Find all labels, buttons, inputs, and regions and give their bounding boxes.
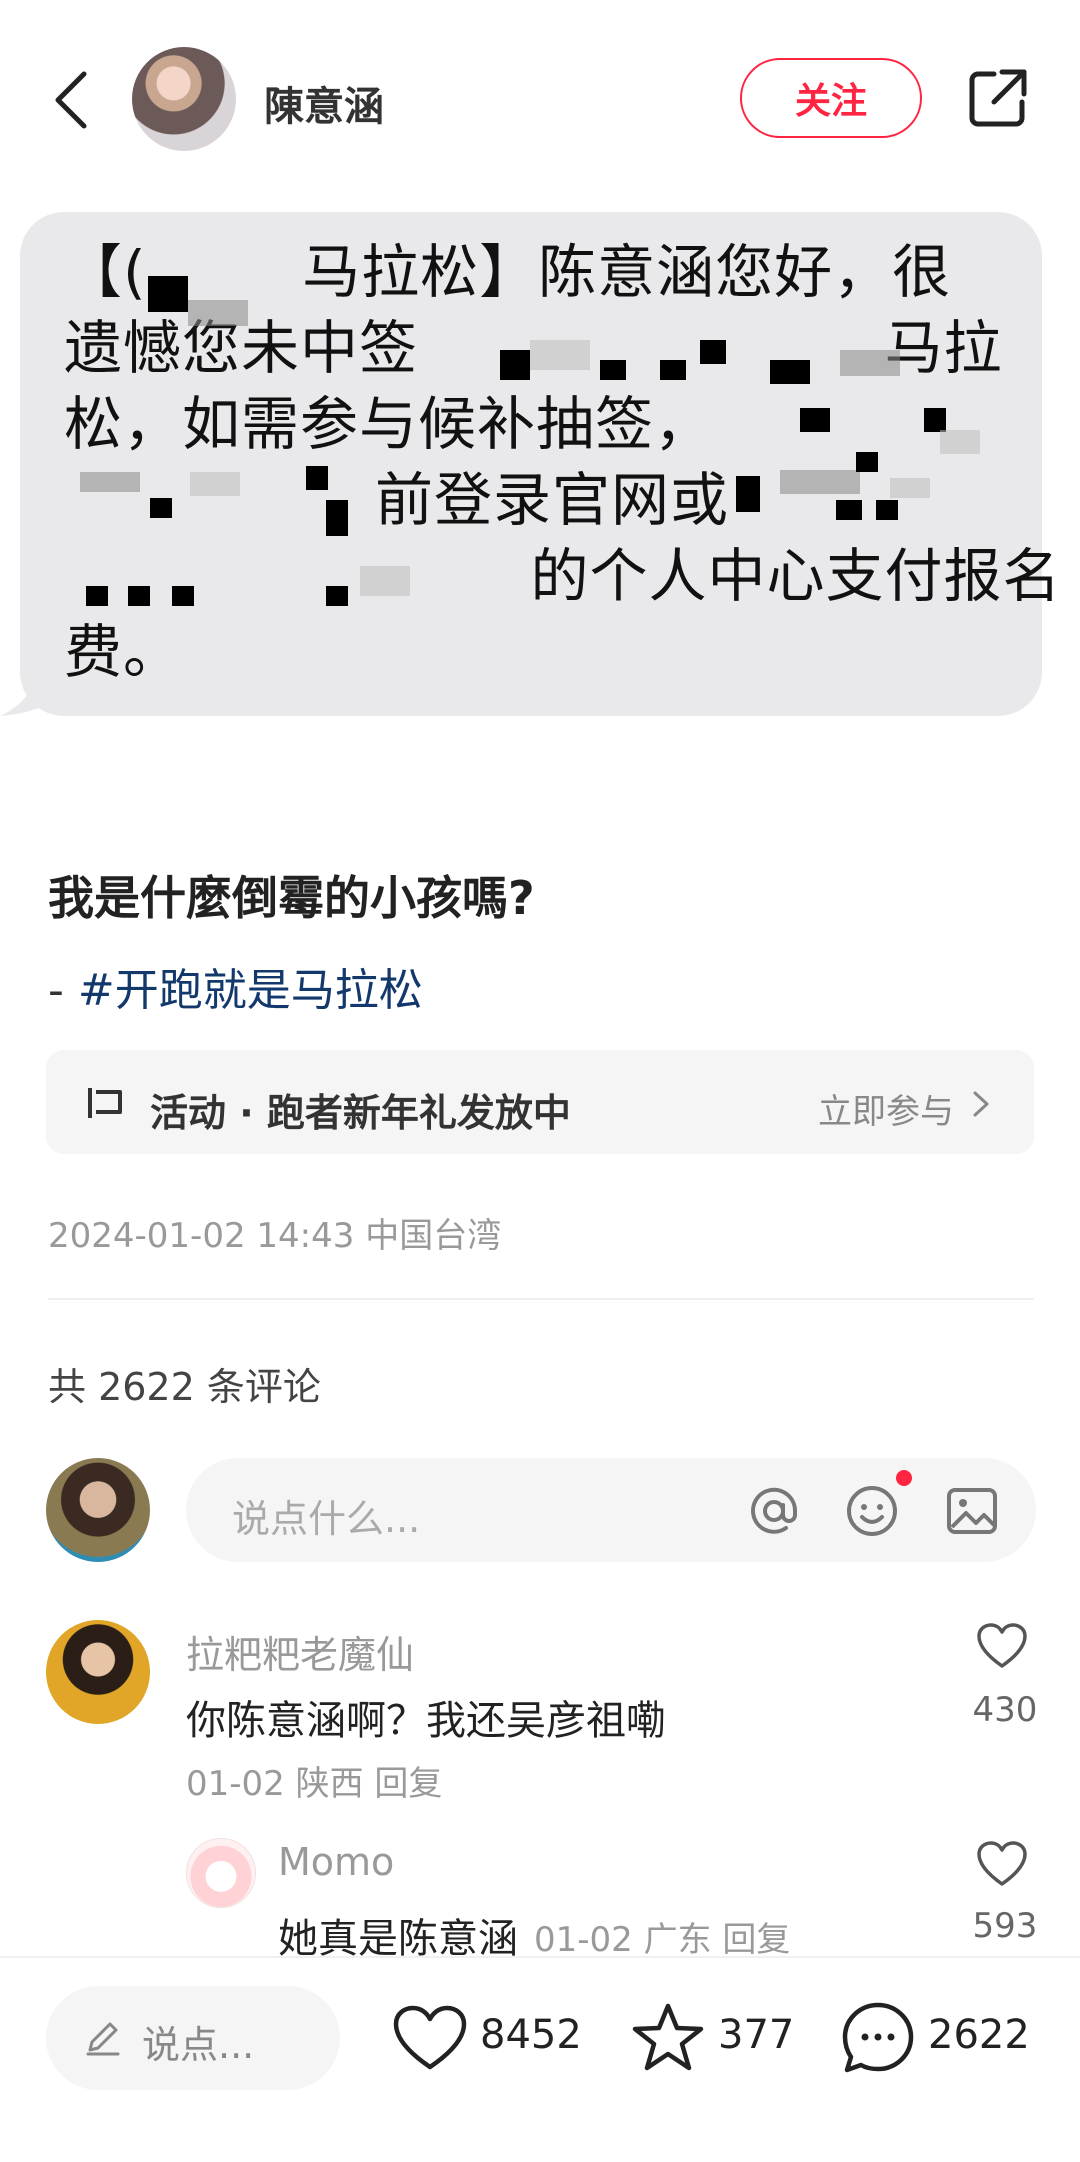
message-line: 松，如需参与候补抽签， [64,390,714,458]
redaction-mosaic [940,430,980,454]
message-line: 【( 马拉松】陈意涵您好，很 [64,238,952,306]
author-name[interactable]: 陳意涵 [264,74,384,132]
notification-dot [896,1470,912,1486]
redaction-mosaic [800,408,830,432]
author-avatar[interactable] [132,47,236,151]
commenter-name[interactable]: 拉粑粑老魔仙 [186,1624,414,1679]
redaction-mosaic [736,476,760,512]
redaction-mosaic [890,478,930,498]
redaction-mosaic [306,466,328,490]
redaction-mosaic [840,350,900,376]
chevron-right-icon [973,1091,989,1117]
redaction-mosaic [148,276,188,312]
hashtag-link[interactable]: #开跑就是马拉松 [78,965,423,1016]
comment-like-count: 593 [972,1906,1038,1946]
follow-button[interactable]: 关注 [740,58,922,138]
emoji-icon[interactable] [844,1483,900,1539]
redaction-mosaic [86,586,108,606]
comment-like-count: 430 [972,1690,1038,1730]
collect-count: 377 [718,2012,795,2058]
redaction-mosaic [530,340,590,370]
like-heart-icon[interactable] [392,2004,468,2072]
redaction-mosaic [876,500,898,520]
redaction-mosaic [836,500,862,520]
commenter-name[interactable]: Momo [278,1840,394,1884]
redaction-mosaic [856,452,878,472]
star-icon[interactable] [630,2002,706,2074]
heart-icon[interactable] [976,1840,1028,1888]
post-date-location: 2024-01-02 14:43 中国台湾 [48,1216,502,1256]
redaction-mosaic [326,500,348,536]
comment-text: 你陈意涵啊？我还吴彦祖嘞 [186,1698,666,1744]
comment-meta[interactable]: 01-02 陕西 回复 [186,1756,442,1805]
redaction-mosaic [770,360,810,384]
image-icon[interactable] [944,1483,1000,1539]
redaction-mosaic [700,340,726,364]
bottom-input-placeholder: 说点... [142,2023,255,2067]
divider [48,1298,1034,1300]
redaction-mosaic [924,408,946,432]
back-arrow-icon[interactable] [52,70,92,130]
bubble-tail [0,650,60,716]
post-title: 我是什麼倒霉的小孩嗎? [48,871,535,925]
share-icon[interactable] [966,66,1030,130]
redaction-mosaic [600,360,626,380]
redaction-mosaic [128,586,150,606]
comment-count-bottom: 2622 [928,2012,1030,2058]
activity-flag-icon [88,1088,122,1118]
commenter-avatar[interactable] [186,1838,256,1908]
heart-icon[interactable] [976,1622,1028,1670]
at-mention-icon[interactable] [746,1483,802,1539]
comment-meta[interactable]: 01-02 广东 回复 [534,1912,790,1961]
pencil-icon [86,2022,120,2056]
comment-input-placeholder: 说点什么... [232,1497,421,1541]
redaction-mosaic [190,472,240,496]
like-count: 8452 [480,2012,582,2058]
commenter-avatar[interactable] [46,1620,150,1724]
redaction-mosaic [150,498,172,518]
comment-bubble-icon[interactable] [840,2000,916,2076]
current-user-avatar [46,1458,150,1562]
post-tag-line: - #开跑就是马拉松 [48,954,423,1018]
tag-dash: - [48,965,78,1016]
activity-join-link[interactable]: 立即参与 [818,1084,954,1133]
message-line: 的个人中心支付报名 [64,542,1062,610]
redaction-mosaic [500,350,530,380]
redaction-mosaic [360,566,410,596]
redaction-mosaic [172,586,194,606]
redaction-mosaic [326,586,348,606]
redaction-mosaic [188,300,248,326]
redaction-mosaic [660,360,686,380]
redaction-mosaic [780,470,860,494]
message-line: 费。 [64,618,183,686]
activity-text: 活动 · 跑者新年礼发放中 [150,1091,571,1135]
redaction-mosaic [80,472,140,492]
comment-count: 共 2622 条评论 [48,1365,321,1409]
